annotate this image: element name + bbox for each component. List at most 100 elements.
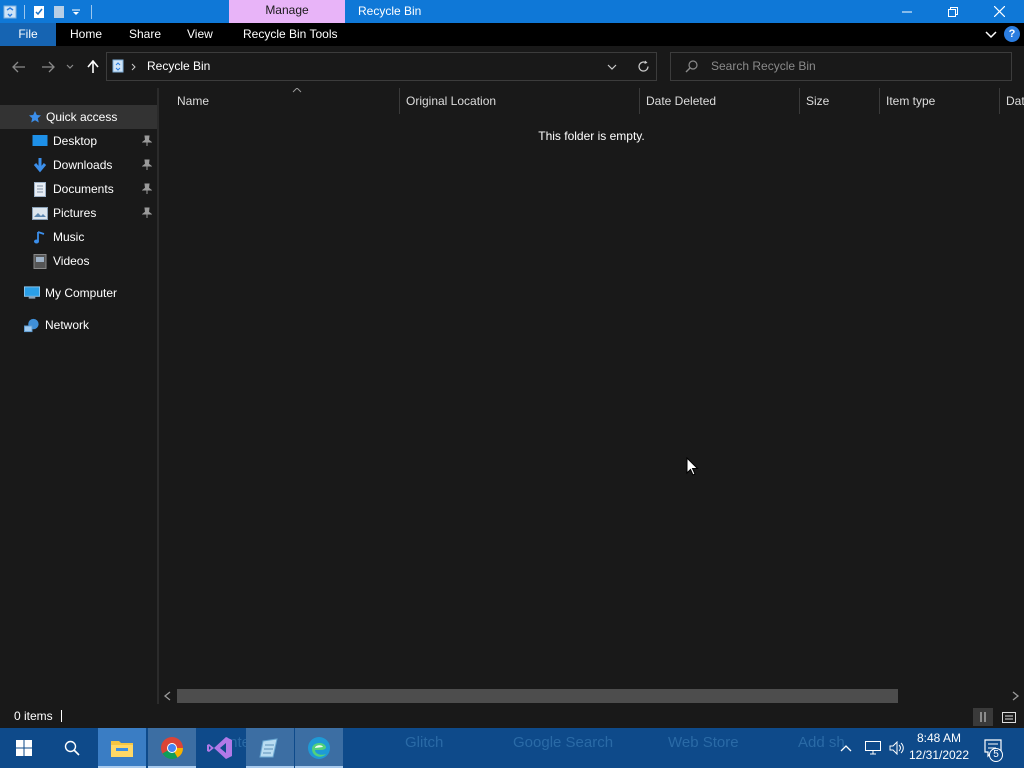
scroll-left-icon[interactable]	[162, 690, 174, 702]
recycle-bin-icon	[112, 59, 124, 73]
nav-quick-access[interactable]: Quick access	[0, 105, 157, 129]
qat-customize-dropdown-icon[interactable]	[71, 4, 81, 20]
properties-icon[interactable]	[31, 4, 47, 20]
help-button[interactable]: ?	[1004, 26, 1020, 42]
column-header-name[interactable]: Name	[171, 88, 400, 114]
clock-time: 8:48 AM	[916, 731, 962, 745]
nav-label: My Computer	[45, 286, 118, 300]
network-icon	[24, 317, 40, 333]
column-header-date-deleted[interactable]: Date Deleted	[640, 88, 800, 114]
ghost-label: Glitch	[405, 734, 444, 751]
system-tray	[838, 728, 905, 768]
desktop-icon	[32, 133, 48, 149]
nav-item-network[interactable]: Network	[0, 313, 157, 337]
notification-count-badge: 5	[989, 748, 1003, 762]
music-icon	[32, 229, 48, 245]
nav-item-music[interactable]: Music	[0, 225, 157, 249]
search-input[interactable]: Search Recycle Bin	[711, 53, 816, 80]
navigation-pane: Quick access Desktop Downloads Documents…	[0, 88, 157, 704]
title-bar: Manage Recycle Bin	[0, 0, 1024, 23]
nav-label: Videos	[53, 254, 90, 268]
quick-access-toolbar	[0, 0, 98, 23]
column-header-size[interactable]: Size	[800, 88, 880, 114]
show-hidden-icons-chevron-icon[interactable]	[840, 744, 852, 752]
new-folder-icon[interactable]	[51, 4, 67, 20]
nav-item-documents[interactable]: Documents	[0, 177, 157, 201]
pin-icon[interactable]	[142, 135, 152, 147]
pin-icon[interactable]	[142, 207, 152, 219]
minimize-icon	[902, 11, 912, 12]
restore-button[interactable]	[930, 0, 976, 23]
column-header-item-type[interactable]: Item type	[880, 88, 1000, 114]
search-box[interactable]: Search Recycle Bin	[670, 52, 1012, 81]
taskbar-visual-studio[interactable]	[196, 728, 244, 768]
start-icon	[16, 740, 32, 756]
window-title: Recycle Bin	[358, 4, 422, 18]
taskbar: Intern Glitch Google Search Web Store Ad…	[0, 728, 1024, 768]
nav-item-my-computer[interactable]: My Computer	[0, 281, 157, 305]
refresh-icon[interactable]	[637, 60, 650, 73]
close-icon	[993, 6, 1005, 17]
tab-view[interactable]: View	[187, 23, 213, 46]
mouse-cursor-icon	[686, 457, 699, 476]
clock[interactable]: 8:48 AM 12/31/2022	[904, 730, 974, 764]
back-button[interactable]	[9, 57, 29, 77]
column-label: Size	[806, 94, 830, 108]
taskbar-file-explorer[interactable]	[98, 728, 146, 768]
taskbar-chrome[interactable]	[148, 728, 196, 768]
tab-file[interactable]: File	[0, 23, 56, 46]
download-icon	[32, 157, 48, 173]
address-history-dropdown-icon[interactable]	[607, 63, 617, 71]
taskbar-search-button[interactable]	[48, 728, 96, 768]
breadcrumb-recycle-bin[interactable]: Recycle Bin	[147, 53, 210, 80]
nav-label: Pictures	[53, 206, 97, 220]
action-center-button[interactable]: 5	[980, 734, 1008, 762]
nav-label: Desktop	[53, 134, 98, 148]
column-label: Name	[177, 94, 210, 108]
taskbar-notepad[interactable]	[246, 728, 294, 768]
breadcrumb-chevron-icon[interactable]	[131, 63, 137, 71]
nav-item-downloads[interactable]: Downloads	[0, 153, 157, 177]
tab-home[interactable]: Home	[70, 23, 102, 46]
forward-button[interactable]	[38, 57, 58, 77]
toolbar-separator	[91, 4, 92, 19]
column-header-original-location[interactable]: Original Location	[400, 88, 640, 114]
details-view-button[interactable]	[973, 708, 993, 726]
pin-icon[interactable]	[142, 159, 152, 171]
clock-date: 12/31/2022	[908, 748, 970, 762]
nav-label: Network	[45, 318, 90, 332]
tab-share[interactable]: Share	[129, 23, 161, 46]
close-button[interactable]	[976, 0, 1022, 23]
network-status-icon[interactable]	[865, 741, 881, 755]
star-icon	[27, 109, 43, 125]
scroll-right-icon[interactable]	[1009, 690, 1021, 702]
tab-recycle-bin-tools[interactable]: Recycle Bin Tools	[243, 23, 338, 46]
chevron-down-icon	[66, 64, 74, 69]
start-button[interactable]	[0, 728, 48, 768]
up-button[interactable]	[83, 57, 103, 77]
nav-label: Documents	[53, 182, 114, 196]
file-list[interactable]: Name Original Location Date Deleted Size…	[159, 88, 1024, 688]
forward-arrow-icon	[42, 61, 55, 73]
ribbon-expand-chevron-icon[interactable]	[984, 27, 998, 41]
column-header-date[interactable]: Dat	[1000, 88, 1024, 114]
pin-icon[interactable]	[142, 183, 152, 195]
address-bar[interactable]: Recycle Bin	[106, 52, 657, 81]
nav-item-pictures[interactable]: Pictures	[0, 201, 157, 225]
nav-item-videos[interactable]: Videos	[0, 249, 157, 273]
status-bar: 0 items	[0, 704, 1024, 728]
nav-item-desktop[interactable]: Desktop	[0, 129, 157, 153]
recycle-bin-app-icon[interactable]	[2, 4, 18, 20]
videos-icon	[32, 253, 48, 269]
volume-icon[interactable]	[889, 741, 905, 755]
large-icons-view-button[interactable]	[999, 708, 1019, 726]
scrollbar-thumb[interactable]	[177, 689, 898, 703]
taskbar-edge[interactable]	[295, 728, 343, 768]
notepad-icon	[259, 738, 278, 758]
large-icons-view-icon	[1002, 711, 1016, 723]
recent-locations-button[interactable]	[62, 57, 78, 77]
horizontal-scrollbar[interactable]	[159, 688, 1024, 704]
minimize-button[interactable]	[884, 0, 930, 23]
manage-contextual-tab[interactable]: Manage	[229, 0, 345, 23]
ghost-label: Web Store	[668, 734, 739, 751]
